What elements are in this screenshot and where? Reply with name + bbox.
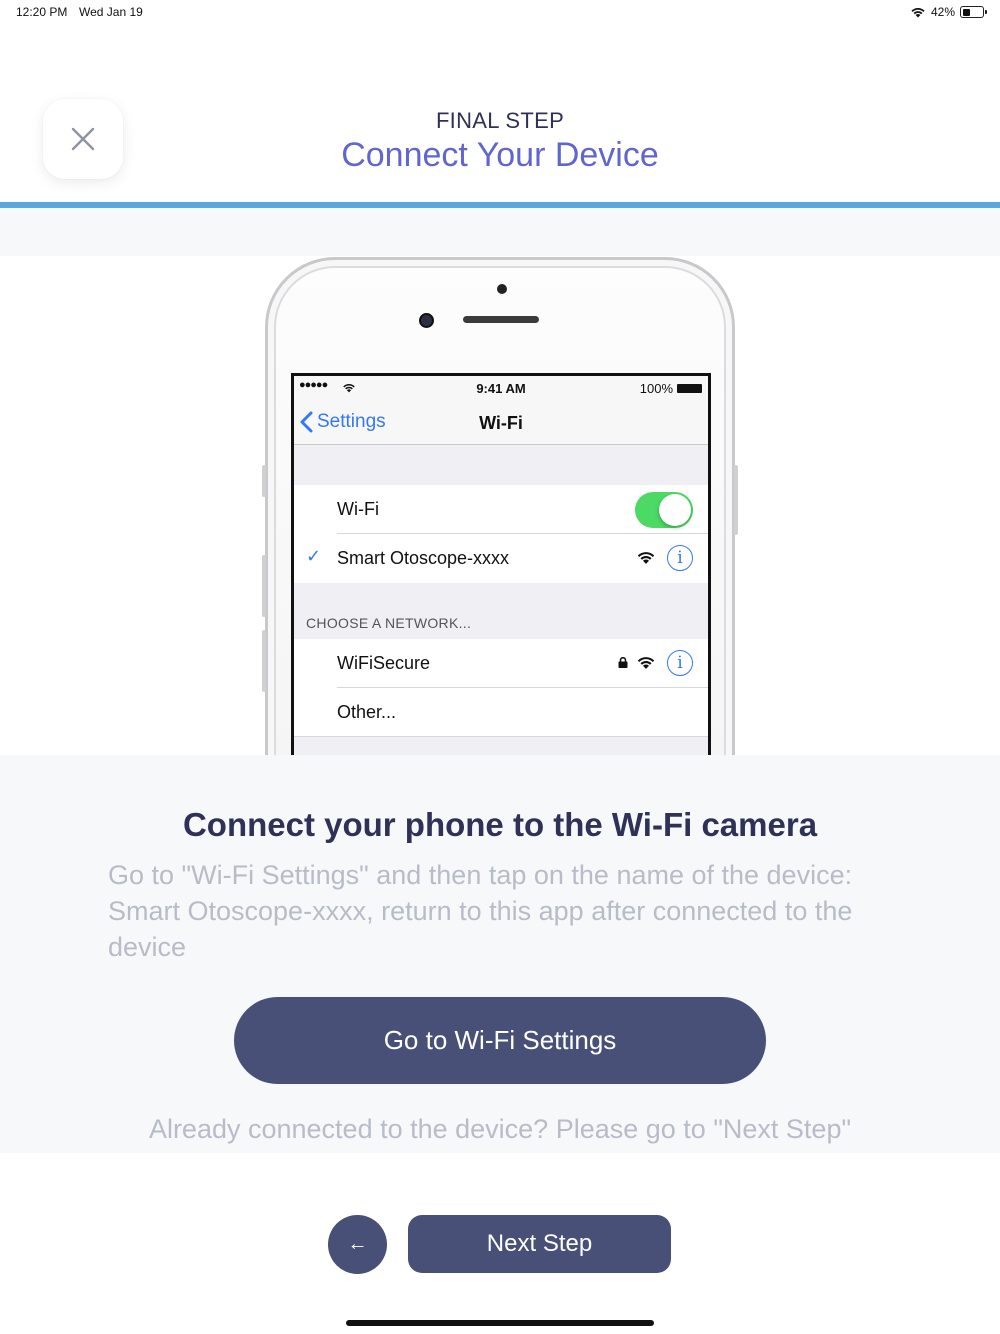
instruction-heading: Connect your phone to the Wi-Fi camera [182,806,818,843]
ios-other-network-row: Other... [294,688,708,737]
ios-other-network-label: Other... [337,702,397,722]
ios-status-bar: ●●●●● 9:41 AM 100% [294,376,708,401]
ios-spacer [294,445,708,485]
header: FINAL STEP Connect Your Device [0,26,1000,202]
ios-separator [294,736,708,737]
info-icon: i [667,650,693,676]
arrow-left-icon: ← [347,1233,368,1255]
phone-frame: ●●●●● 9:41 AM 100% Settings Wi-Fi Wi-Fi … [262,257,738,755]
next-step-button[interactable]: Next Step [408,1215,671,1273]
ios-wifi-toggle-row: Wi-Fi [294,485,708,534]
phone-screen: ●●●●● 9:41 AM 100% Settings Wi-Fi Wi-Fi … [291,373,711,755]
phone-sensor [497,284,507,294]
ios-battery-icon [677,384,702,393]
ios-battery-percent: 100% [639,381,673,396]
ios-connected-network-name: Smart Otoscope-xxxx [337,548,510,568]
status-date: Wed Jan 19 [79,5,143,19]
ios-nav-title: Wi-Fi [479,413,523,433]
status-indicators: 42% [910,5,987,19]
phone-power-button [734,465,738,535]
ios-section-header: CHOOSE A NETWORK... [294,583,708,639]
phone-volume-button [262,555,266,617]
ios-wifi-label: Wi-Fi [337,499,379,519]
checkmark-icon: ✓ [306,546,322,566]
ios-wifi-signal-icon [637,657,655,669]
home-indicator[interactable] [346,1320,654,1326]
instruction-description: Go to "Wi-Fi Settings" and then tap on t… [108,860,853,962]
status-time: 12:20 PM [16,5,68,19]
status-bar: 12:20 PM Wed Jan 19 42% [0,0,1000,26]
ios-network-name: WiFiSecure [337,653,431,673]
info-icon: i [667,545,693,571]
ios-wifi-toggle [635,492,693,528]
ios-section-header-label: CHOOSE A NETWORK... [306,615,472,631]
page-title: Connect Your Device [341,136,659,174]
ios-network-row: WiFiSecure i [294,639,708,688]
ios-wifi-signal-icon [637,552,655,564]
battery-percent: 42% [930,5,955,19]
ios-nav-bar: Settings Wi-Fi [294,401,708,445]
phone-volume-button [262,630,266,692]
battery-level [962,8,971,16]
back-button[interactable]: ← [328,1215,387,1274]
wifi-icon [911,8,925,18]
phone-speaker [463,316,539,323]
lock-icon [618,657,628,668]
step-label: FINAL STEP [435,108,565,133]
toggle-knob [659,494,691,526]
ios-battery: 100% [640,381,702,396]
phone-camera [419,313,434,328]
battery-icon [960,6,987,18]
go-to-wifi-settings-button[interactable]: Go to Wi-Fi Settings [234,997,766,1084]
phone-mute-switch [262,465,266,497]
phone-illustration: ●●●●● 9:41 AM 100% Settings Wi-Fi Wi-Fi … [0,256,1000,755]
ios-connected-network-row: ✓ Smart Otoscope-xxxx i [294,534,708,583]
already-connected-hint: Already connected to the device? Please … [148,1114,852,1144]
